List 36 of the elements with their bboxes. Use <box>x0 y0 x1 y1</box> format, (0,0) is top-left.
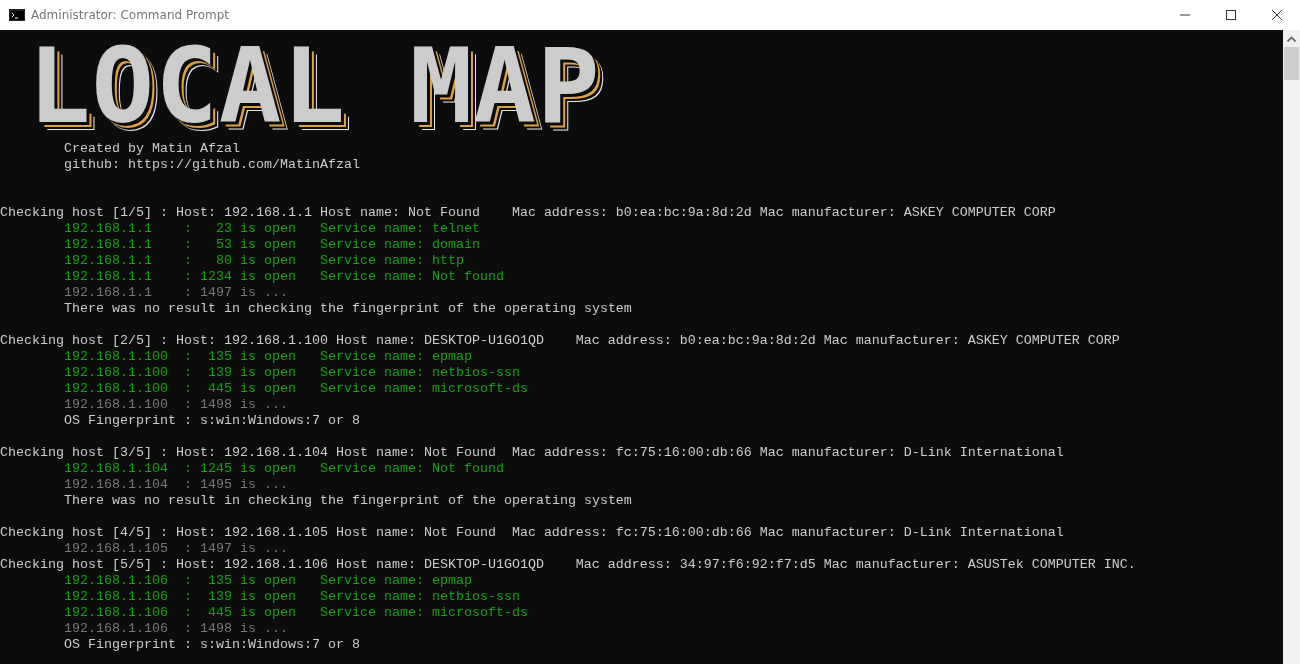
result-line: There was no result in checking the fingerprint of the operating system <box>63 493 633 509</box>
host-header-line: Checking host [1/5] : Host: 192.168.1.1 Host name: Not Found Mac address: b0:ea:bc:9a:8d:2d Mac manufacturer: ASKEY COMPUTER CORP <box>0 205 1057 221</box>
open-port-line: 192.168.1.1 : 23 is open Service name: telnet <box>63 221 481 237</box>
open-port-line: 192.168.1.100 : 135 is open Service name: epmap <box>63 349 473 365</box>
scroll-thumb[interactable] <box>1284 47 1299 80</box>
open-port-line: 192.168.1.104 : 1245 is open Service name: Not found <box>63 461 505 477</box>
pending-port-line: 192.168.1.104 : 1495 is ... <box>63 477 289 493</box>
open-port-line: 192.168.1.106 : 139 is open Service name: netbios-ssn <box>63 589 521 605</box>
ascii-logo: LOCAL MAP <box>28 38 601 134</box>
host-header-line: Checking host [4/5] : Host: 192.168.1.105 Host name: Not Found Mac address: fc:75:16:00:db:66 Mac manufacturer: D-Link International <box>0 525 1065 541</box>
pending-port-line: 192.168.1.105 : 1497 is ... <box>63 541 289 557</box>
open-port-line: 192.168.1.1 : 53 is open Service name: domain <box>63 237 481 253</box>
pending-port-line: 192.168.1.100 : 1498 is ... <box>63 397 289 413</box>
minimize-icon <box>1180 14 1190 16</box>
window-title: Administrator: Command Prompt <box>31 8 229 22</box>
open-port-line: 192.168.1.1 : 80 is open Service name: http <box>63 253 465 269</box>
scrollbar[interactable] <box>1283 30 1300 664</box>
console-icon <box>9 9 25 21</box>
pending-port-line: 192.168.1.1 : 1497 is ... <box>63 285 289 301</box>
result-line: There was no result in checking the fingerprint of the operating system <box>63 301 633 317</box>
credit-line: Created by Matin Afzal <box>63 141 241 157</box>
maximize-icon <box>1226 10 1236 20</box>
close-icon <box>1272 10 1282 20</box>
result-line: OS Fingerprint : s:win:Windows:7 or 8 <box>63 637 361 653</box>
open-port-line: 192.168.1.1 : 1234 is open Service name: Not found <box>63 269 505 285</box>
credit-line: github: https://github.com/MatinAfzal <box>63 157 361 173</box>
open-port-line: 192.168.1.106 : 445 is open Service name: microsoft-ds <box>63 605 529 621</box>
host-header-line: Checking host [2/5] : Host: 192.168.1.100 Host name: DESKTOP-U1GO1QD Mac address: b0:ea:bc:9a:8d:2d Mac manufacturer: ASKEY COMPUTER CORP <box>0 333 1121 349</box>
pending-port-line: 192.168.1.106 : 1498 is ... <box>63 621 289 637</box>
open-port-line: 192.168.1.100 : 445 is open Service name: microsoft-ds <box>63 381 529 397</box>
open-port-line: 192.168.1.106 : 135 is open Service name: epmap <box>63 573 473 589</box>
open-port-line: 192.168.1.100 : 139 is open Service name: netbios-ssn <box>63 365 521 381</box>
result-line: OS Fingerprint : s:win:Windows:7 or 8 <box>63 413 361 429</box>
scroll-up-icon[interactable] <box>1287 36 1296 42</box>
host-header-line: Checking host [5/5] : Host: 192.168.1.106 Host name: DESKTOP-U1GO1QD Mac address: 34:97:f6:92:f7:d5 Mac manufacturer: ASUSTek COMPUTER INC. <box>0 557 1137 573</box>
host-header-line: Checking host [3/5] : Host: 192.168.1.104 Host name: Not Found Mac address: fc:75:16:00:db:66 Mac manufacturer: D-Link International <box>0 445 1065 461</box>
